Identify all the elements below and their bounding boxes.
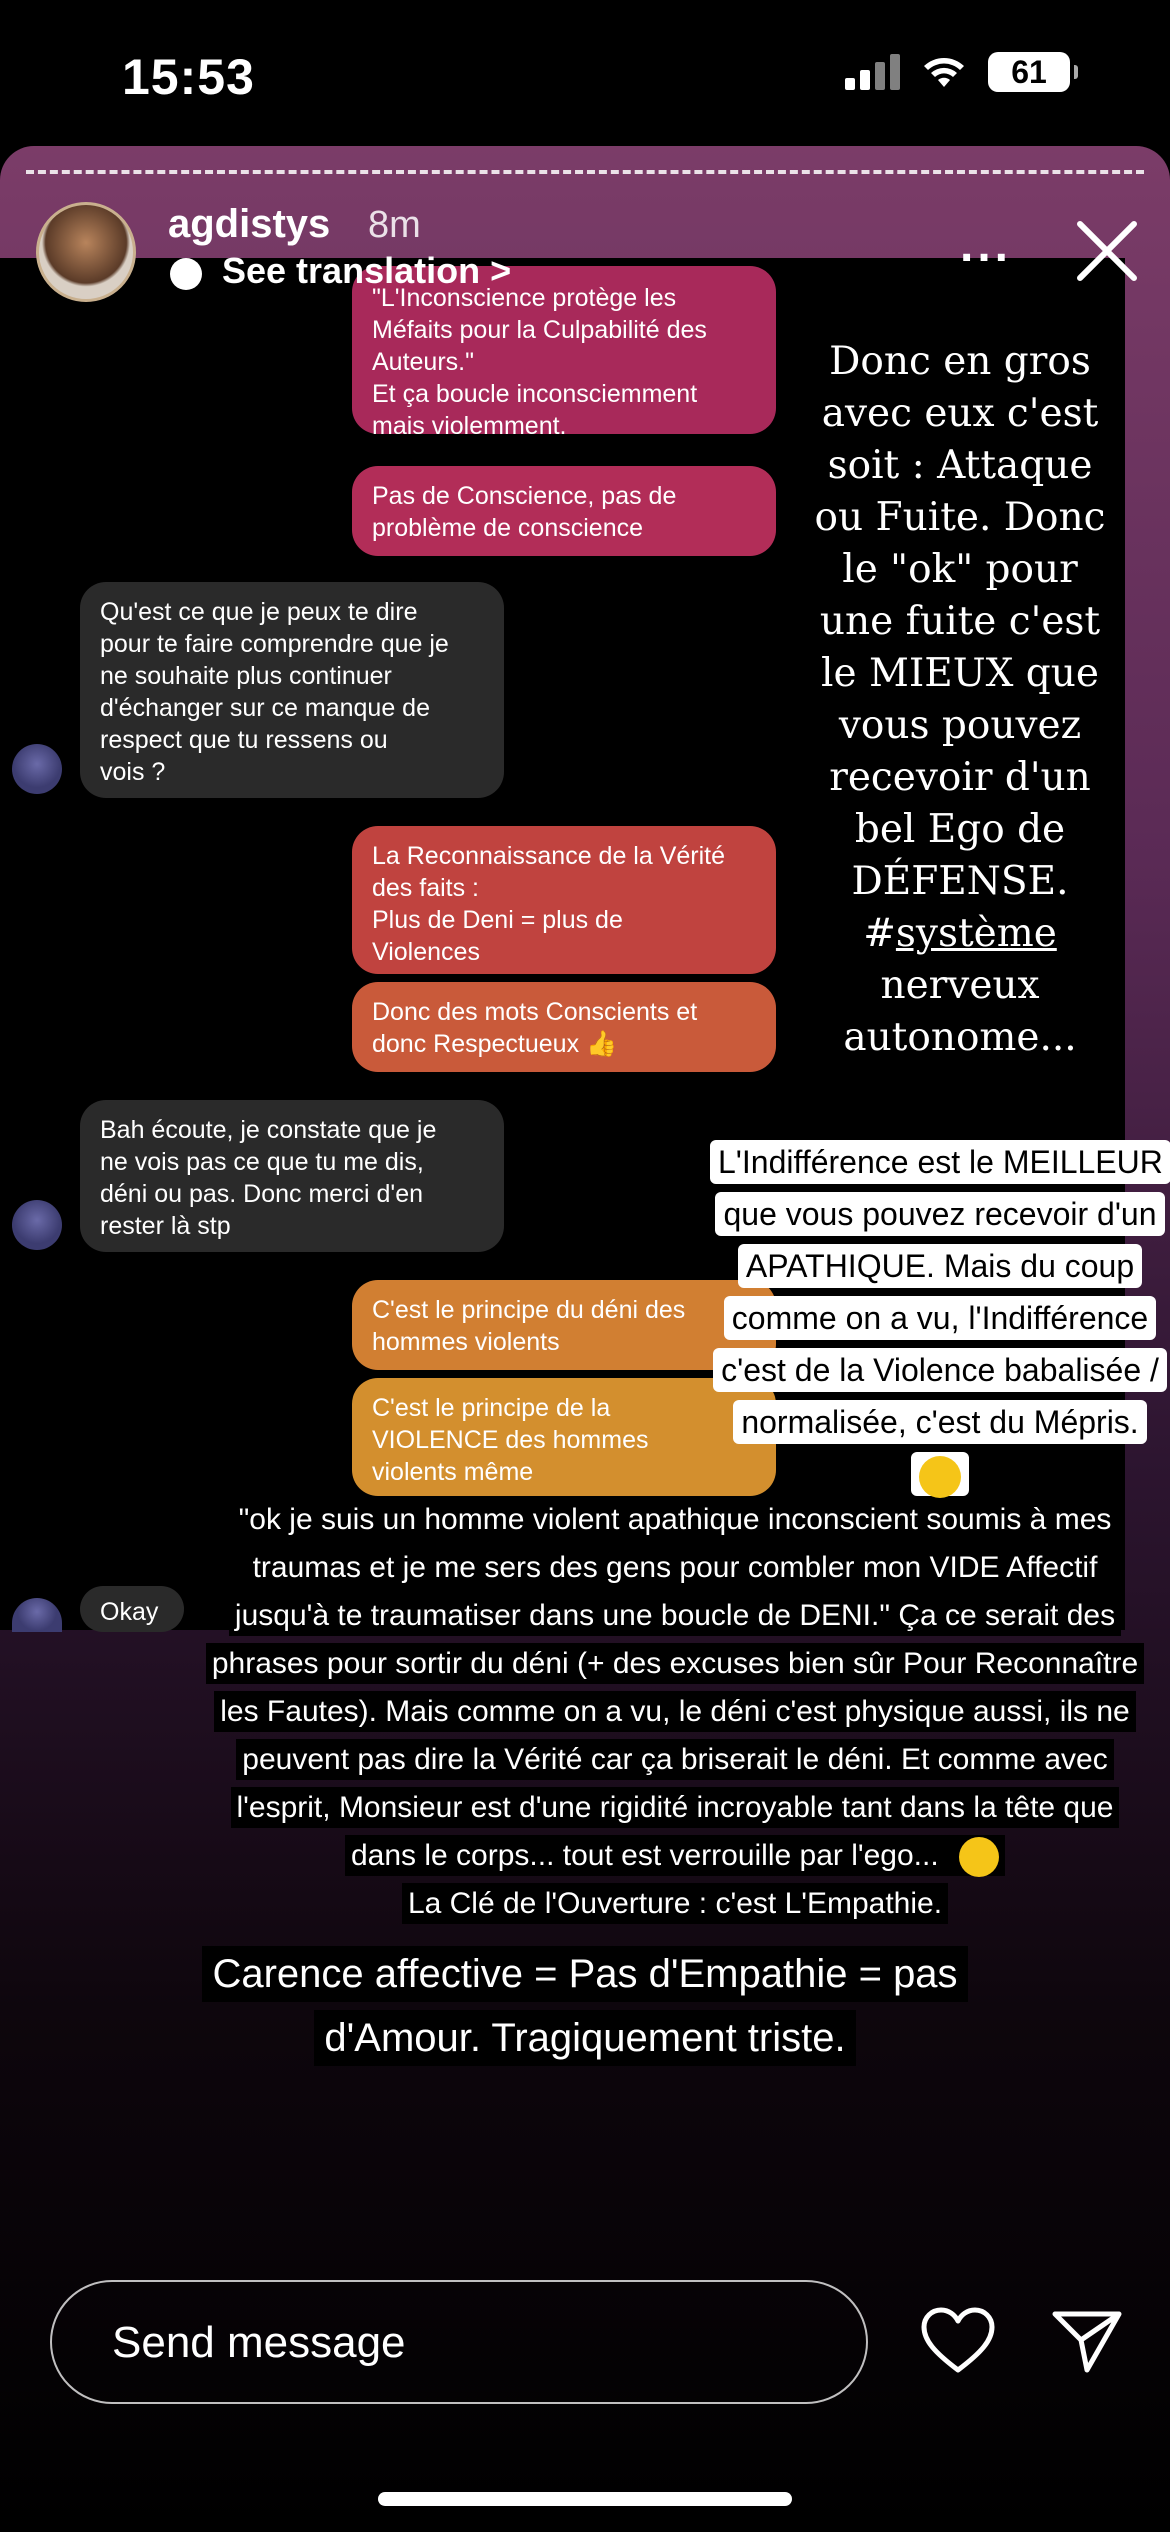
paragraph-text: "ok je suis un homme violent apathique i… xyxy=(205,1499,1145,1876)
serif-text-part-2: nerveux autonome... xyxy=(843,963,1077,1060)
eye-roll-emoji-icon xyxy=(953,1835,1006,1878)
message-bubble-received: Bah écoute, je constate que je ne vois p… xyxy=(80,1100,504,1252)
message-bubble-received: Okay xyxy=(80,1586,184,1632)
signal-icon xyxy=(845,54,900,90)
story-text-serif: Donc en gros avec eux c'est soit : Attaq… xyxy=(800,336,1120,1064)
message-bubble-sent: La Reconnaissance de la Vérité des faits… xyxy=(352,826,776,974)
send-icon[interactable] xyxy=(1050,2306,1124,2376)
paragraph-end-text: La Clé de l'Ouverture : c'est L'Empathie… xyxy=(401,1883,949,1924)
status-icons: 61 xyxy=(845,52,1078,92)
close-icon[interactable] xyxy=(1072,216,1142,286)
contact-avatar xyxy=(12,744,62,794)
story-paragraph: "ok je suis un homme violent apathique i… xyxy=(200,1496,1150,1928)
message-bubble-received: Qu'est ce que je peux te dire pour te fa… xyxy=(80,582,504,798)
upside-down-face-emoji-icon xyxy=(911,1452,969,1498)
hashtag-link[interactable]: système xyxy=(896,911,1057,956)
message-bubble-sent: Pas de Conscience, pas de problème de co… xyxy=(352,466,776,556)
story-view[interactable]: "L'Inconscience protège les Méfaits pour… xyxy=(0,146,1170,2532)
contact-avatar xyxy=(12,1200,62,1250)
story-tagline: Carence affective = Pas d'Empathie = pas… xyxy=(150,1942,1020,2070)
see-translation-link[interactable]: See translation > xyxy=(222,250,511,292)
story-progress-bar xyxy=(26,170,1144,174)
story-username[interactable]: agdistys xyxy=(168,202,330,247)
translate-icon[interactable] xyxy=(170,258,202,290)
message-bubble-sent: Donc des mots Conscients et donc Respect… xyxy=(352,982,776,1072)
highlight-text: L'Indifférence est le MEILLEUR que vous … xyxy=(710,1140,1170,1444)
home-indicator xyxy=(378,2492,792,2506)
story-time-ago: 8m xyxy=(368,204,421,246)
battery-icon: 61 xyxy=(988,52,1078,92)
more-options-icon[interactable]: ... xyxy=(960,222,1012,270)
serif-text-part-1: Donc en gros avec eux c'est soit : Attaq… xyxy=(814,339,1106,956)
heart-icon[interactable] xyxy=(920,2306,996,2376)
profile-avatar[interactable] xyxy=(36,202,136,302)
send-message-placeholder: Send message xyxy=(112,2318,406,2367)
story-text-highlighted: L'Indifférence est le MEILLEUR que vous … xyxy=(710,1136,1170,1500)
wifi-icon xyxy=(924,58,964,87)
status-time: 15:53 xyxy=(122,49,255,105)
tagline-text: Carence affective = Pas d'Empathie = pas… xyxy=(202,1946,968,2066)
